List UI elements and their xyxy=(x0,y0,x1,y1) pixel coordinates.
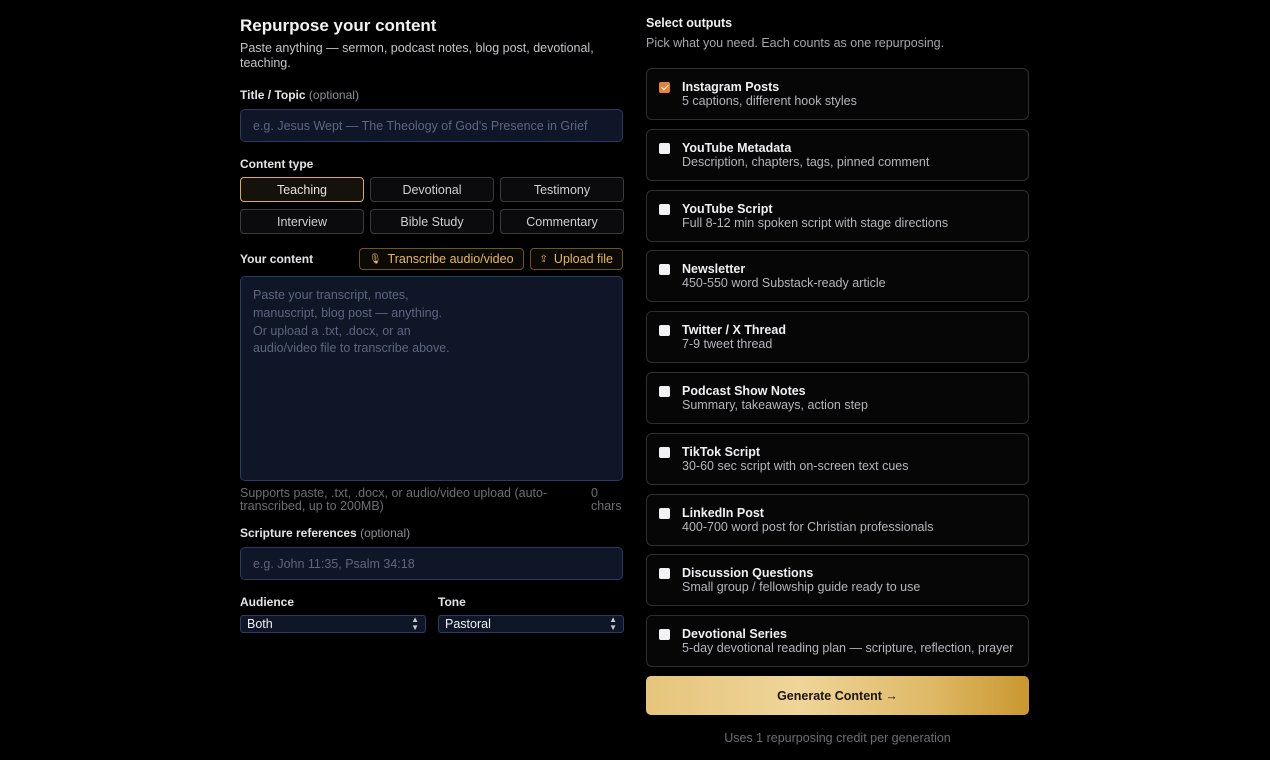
output-option-title: Newsletter xyxy=(682,262,746,277)
checkbox-icon[interactable] xyxy=(659,629,670,641)
output-option-desc: Full 8-12 min spoken script with stage d… xyxy=(682,215,949,230)
content-form: Repurpose your content Paste anything — … xyxy=(240,16,624,633)
checkbox-icon[interactable] xyxy=(659,385,670,397)
output-option-desc: Description, chapters, tags, pinned comm… xyxy=(682,154,930,169)
output-option-desc: 450-550 word Substack-ready article xyxy=(682,276,886,291)
microphone-icon: 🎙 xyxy=(368,253,382,265)
title-field-label: Title / Topic (optional) xyxy=(240,88,359,102)
content-help-row: Supports paste, .txt, .docx, or audio/vi… xyxy=(240,487,623,513)
output-option-title: Podcast Show Notes xyxy=(682,383,806,398)
generate-button[interactable]: Generate Content → xyxy=(646,676,1029,716)
content-type-teaching[interactable]: Teaching xyxy=(240,177,364,202)
transcribe-button[interactable]: 🎙 Transcribe audio/video xyxy=(358,248,524,270)
select-arrows-icon: ▲ ▼ xyxy=(609,615,617,632)
checkbox-icon[interactable] xyxy=(659,325,670,337)
output-option-title: Instagram Posts xyxy=(682,80,780,94)
title-input[interactable] xyxy=(240,109,623,142)
output-option[interactable]: LinkedIn Post 400-700 word post for Chris… xyxy=(646,493,1029,546)
output-option-title: Devotional Series xyxy=(682,627,787,642)
output-option-desc: 5 captions, different hook styles xyxy=(682,94,857,108)
output-option-desc: Small group / fellowship guide ready to … xyxy=(682,580,921,595)
checkbox-icon[interactable] xyxy=(659,568,670,580)
output-option-desc: 30-60 sec script with on-screen text cue… xyxy=(682,458,909,473)
content-header: Your content 🎙 Transcribe audio/video ⇪ … xyxy=(240,248,623,270)
output-option-title: Twitter / X Thread xyxy=(682,323,786,338)
output-option-desc: 400-700 word post for Christian professi… xyxy=(682,519,934,534)
tone-select[interactable]: Pastoral ▲ ▼ xyxy=(438,615,624,633)
checkbox-icon[interactable] xyxy=(659,82,670,93)
checkbox-icon[interactable] xyxy=(659,142,670,154)
audience-label: Audience xyxy=(240,595,295,609)
output-option[interactable]: Twitter / X Thread 7-9 tweet thread xyxy=(646,311,1029,364)
output-option[interactable]: Newsletter 450-550 word Substack-ready ar… xyxy=(646,250,1029,303)
page-title: Repurpose your content xyxy=(240,16,437,35)
checkbox-icon[interactable] xyxy=(659,446,670,458)
content-textarea[interactable]: Paste your transcript, notes, manuscript… xyxy=(240,276,623,481)
content-type-selector: Teaching Devotional Testimony Interview … xyxy=(240,177,624,234)
output-option-desc: Summary, takeaways, action step xyxy=(682,397,868,412)
selects-row: Audience Both ▲ ▼ Tone Pastoral ▲ ▼ xyxy=(240,595,624,633)
output-option[interactable]: YouTube Script Full 8-12 min spoken scrip… xyxy=(646,189,1029,242)
outputs-title: Select outputs xyxy=(646,16,733,30)
output-option[interactable]: YouTube Metadata Description, chapters, t… xyxy=(646,128,1029,181)
output-option-title: LinkedIn Post xyxy=(682,505,764,520)
output-option-title: YouTube Script xyxy=(682,201,773,216)
content-type-testimony[interactable]: Testimony xyxy=(500,177,624,202)
content-type-commentary[interactable]: Commentary xyxy=(500,209,624,234)
output-option[interactable]: TikTok Script 30-60 sec script with on-sc… xyxy=(646,432,1029,485)
select-arrows-icon: ▲ ▼ xyxy=(411,615,419,632)
outputs-panel: Select outputs Pick what you need. Each … xyxy=(646,16,1029,745)
output-option[interactable]: Discussion Questions Small group / fellow… xyxy=(646,554,1029,607)
output-option-title: Discussion Questions xyxy=(682,566,814,581)
char-count: 0 chars xyxy=(591,486,622,513)
content-type-devotional[interactable]: Devotional xyxy=(370,177,494,202)
tone-label: Tone xyxy=(438,595,466,609)
scripture-input[interactable] xyxy=(240,547,623,580)
output-option-desc: 7-9 tweet thread xyxy=(682,337,773,352)
outputs-list: Instagram Posts 5 captions, different hoo… xyxy=(646,68,1029,668)
upload-file-button[interactable]: ⇪ Upload file xyxy=(529,248,623,270)
output-option-title: YouTube Metadata xyxy=(682,140,792,155)
outputs-subtitle: Pick what you need. Each counts as one r… xyxy=(646,36,945,50)
checkbox-icon[interactable] xyxy=(659,507,670,519)
content-type-bible-study[interactable]: Bible Study xyxy=(370,209,494,234)
output-option[interactable]: Devotional Series 5-day devotional readin… xyxy=(646,615,1029,668)
checkbox-icon[interactable] xyxy=(659,264,670,276)
content-help-text: Supports paste, .txt, .docx, or audio/vi… xyxy=(240,486,548,513)
tone-field: Tone Pastoral ▲ ▼ xyxy=(438,595,624,633)
credit-note: Uses 1 repurposing credit per generation xyxy=(724,731,951,746)
output-option-title: TikTok Script xyxy=(682,444,761,459)
content-type-label: Content type xyxy=(240,157,314,171)
output-option[interactable]: Instagram Posts 5 captions, different hoo… xyxy=(646,68,1029,120)
content-type-interview[interactable]: Interview xyxy=(240,209,364,234)
upload-icon: ⇪ xyxy=(539,253,548,265)
content-placeholder: Paste your transcript, notes, manuscript… xyxy=(253,288,450,356)
output-option-desc: 5-day devotional reading plan — scriptur… xyxy=(682,641,1014,656)
scripture-label: Scripture references (optional) xyxy=(240,526,411,540)
content-label: Your content xyxy=(240,252,314,266)
checkbox-icon[interactable] xyxy=(659,203,670,215)
page-subtitle: Paste anything — sermon, podcast notes, … xyxy=(240,41,594,70)
audience-field: Audience Both ▲ ▼ xyxy=(240,595,426,633)
output-option[interactable]: Podcast Show Notes Summary, takeaways, ac… xyxy=(646,371,1029,424)
audience-select[interactable]: Both ▲ ▼ xyxy=(240,615,426,633)
